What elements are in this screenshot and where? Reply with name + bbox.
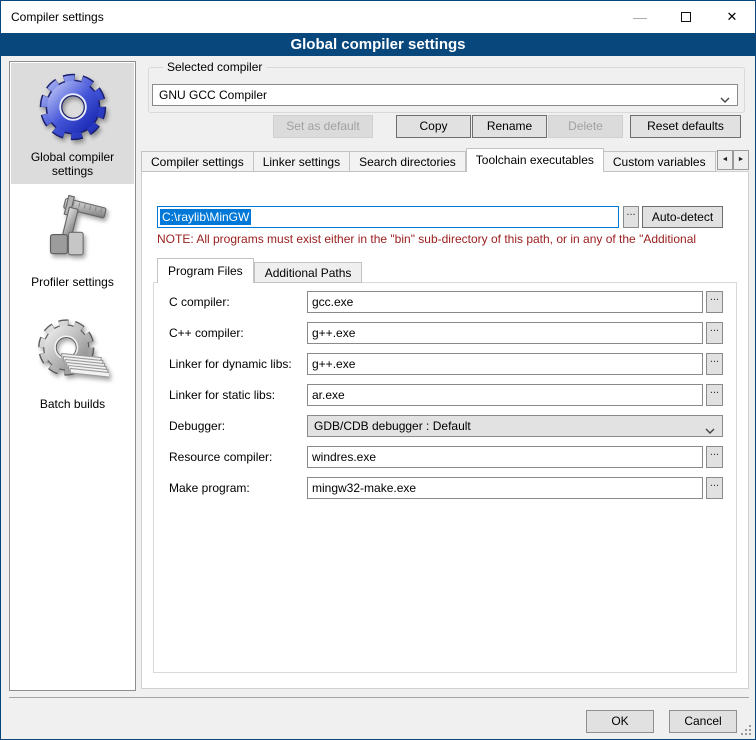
selected-compiler-group-label: Selected compiler bbox=[163, 60, 266, 74]
c-compiler-label: C compiler: bbox=[169, 295, 230, 309]
make-program-browse-button[interactable]: ... bbox=[706, 477, 723, 499]
bin-subdirectory-note: NOTE: All programs must exist either in … bbox=[157, 232, 735, 246]
compiler-settings-dialog: Compiler settings — ✕ Global compiler se… bbox=[0, 0, 756, 740]
linker-static-input[interactable] bbox=[307, 384, 703, 406]
sidebar-item-label: Batch builds bbox=[11, 397, 134, 411]
tab-scroll-left-button[interactable]: ◄ bbox=[717, 150, 733, 170]
tab-toolchain-executables[interactable]: Toolchain executables bbox=[466, 148, 604, 172]
cancel-button[interactable]: Cancel bbox=[669, 710, 737, 733]
maximize-button[interactable] bbox=[663, 1, 709, 33]
gray-gear-stack-icon bbox=[11, 316, 134, 391]
close-icon: ✕ bbox=[727, 9, 738, 25]
debugger-select-value: GDB/CDB debugger : Default bbox=[314, 419, 471, 433]
close-button[interactable]: ✕ bbox=[709, 1, 755, 33]
settings-tabstrip: Compiler settings Linker settings Search… bbox=[141, 148, 717, 172]
cpp-compiler-label: C++ compiler: bbox=[169, 326, 244, 340]
installation-directory-input[interactable]: C:\raylib\MinGW bbox=[157, 206, 619, 228]
left-arrow-icon: ◄ bbox=[722, 156, 729, 163]
resource-compiler-input[interactable] bbox=[307, 446, 703, 468]
delete-button[interactable]: Delete bbox=[548, 115, 623, 138]
cpp-compiler-browse-button[interactable]: ... bbox=[706, 322, 723, 344]
linker-static-label: Linker for static libs: bbox=[169, 388, 275, 402]
auto-detect-button[interactable]: Auto-detect bbox=[642, 206, 723, 228]
minimize-button[interactable]: — bbox=[617, 1, 663, 33]
c-compiler-input[interactable] bbox=[307, 291, 703, 313]
maximize-icon bbox=[681, 12, 691, 22]
window-title: Compiler settings bbox=[11, 1, 104, 33]
debugger-select[interactable]: GDB/CDB debugger : Default bbox=[307, 415, 723, 437]
installation-directory-browse-button[interactable]: ... bbox=[623, 206, 639, 228]
resize-grip[interactable] bbox=[739, 723, 751, 735]
footer-separator bbox=[9, 697, 749, 698]
blue-gear-icon bbox=[11, 69, 134, 148]
linker-dynamic-input[interactable] bbox=[307, 353, 703, 375]
compiler-select[interactable]: GNU GCC Compiler bbox=[152, 84, 738, 106]
tab-additional-paths[interactable]: Additional Paths bbox=[254, 262, 363, 283]
sidebar-item-batch-builds[interactable]: Batch builds bbox=[11, 314, 134, 432]
compiler-select-value: GNU GCC Compiler bbox=[159, 88, 267, 102]
chevron-down-icon bbox=[720, 92, 730, 106]
set-as-default-button[interactable]: Set as default bbox=[273, 115, 373, 138]
resource-compiler-browse-button[interactable]: ... bbox=[706, 446, 723, 468]
sidebar-item-global-compiler-settings[interactable]: Global compiler settings bbox=[11, 63, 134, 184]
rename-button[interactable]: Rename bbox=[472, 115, 547, 138]
program-files-tabstrip: Program Files Additional Paths bbox=[157, 258, 362, 283]
sidebar-item-label: Global compiler settings bbox=[11, 150, 134, 178]
titlebar: Compiler settings — ✕ bbox=[1, 1, 755, 33]
debugger-label: Debugger: bbox=[169, 419, 225, 433]
tab-linker-settings[interactable]: Linker settings bbox=[254, 151, 350, 172]
copy-button[interactable]: Copy bbox=[396, 115, 471, 138]
linker-dynamic-browse-button[interactable]: ... bbox=[706, 353, 723, 375]
ok-button[interactable]: OK bbox=[586, 710, 654, 733]
chevron-down-icon bbox=[705, 423, 715, 437]
reset-defaults-button[interactable]: Reset defaults bbox=[630, 115, 741, 138]
tab-compiler-settings[interactable]: Compiler settings bbox=[141, 151, 254, 172]
sidebar-item-label: Profiler settings bbox=[11, 275, 134, 289]
settings-category-list: Global compiler settings bbox=[9, 61, 136, 691]
tab-program-files[interactable]: Program Files bbox=[157, 258, 254, 283]
make-program-label: Make program: bbox=[169, 481, 250, 495]
window-controls: — ✕ bbox=[617, 1, 755, 33]
cpp-compiler-input[interactable] bbox=[307, 322, 703, 344]
installation-directory-selected-text: C:\raylib\MinGW bbox=[160, 209, 251, 225]
tab-scroll-right-button[interactable]: ► bbox=[733, 150, 749, 170]
minimize-icon: — bbox=[633, 9, 647, 25]
resource-compiler-label: Resource compiler: bbox=[169, 450, 272, 464]
linker-static-browse-button[interactable]: ... bbox=[706, 384, 723, 406]
make-program-input[interactable] bbox=[307, 477, 703, 499]
sidebar-item-profiler-settings[interactable]: Profiler settings bbox=[11, 192, 134, 304]
caliper-icon bbox=[11, 194, 134, 269]
tab-search-directories[interactable]: Search directories bbox=[350, 151, 466, 172]
page-title: Global compiler settings bbox=[1, 33, 755, 56]
right-arrow-icon: ► bbox=[738, 156, 745, 163]
c-compiler-browse-button[interactable]: ... bbox=[706, 291, 723, 313]
linker-dynamic-label: Linker for dynamic libs: bbox=[169, 357, 292, 371]
tab-custom-variables[interactable]: Custom variables bbox=[604, 151, 716, 172]
